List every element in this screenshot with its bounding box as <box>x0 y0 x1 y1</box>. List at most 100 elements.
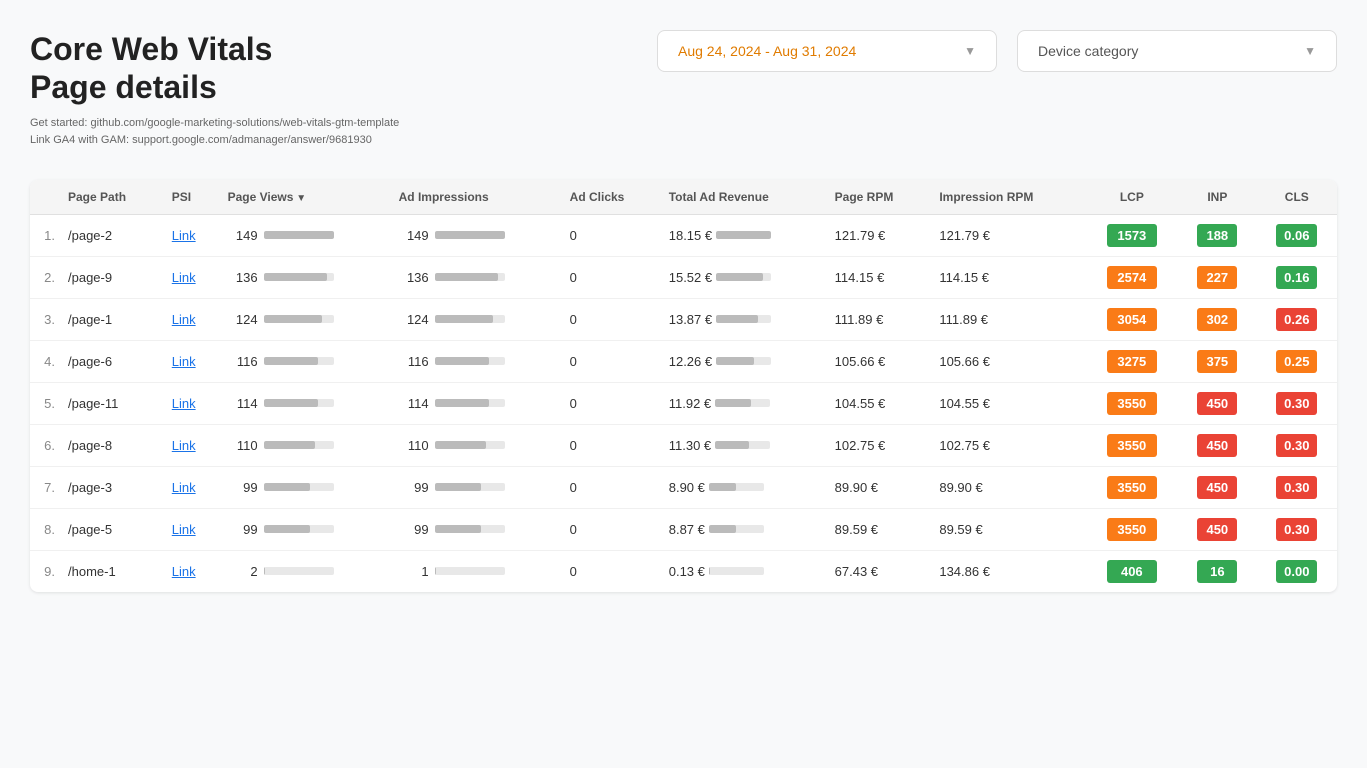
table-row: 4. /page-6 Link 116 116 0 12.26 € 105.66… <box>30 340 1337 382</box>
row-impression-rpm: 105.66 € <box>931 340 1085 382</box>
row-ad-clicks: 0 <box>562 382 661 424</box>
row-cls: 0.00 <box>1257 550 1337 592</box>
row-psi-link[interactable]: Link <box>164 382 220 424</box>
row-page-rpm: 121.79 € <box>827 214 932 256</box>
row-inp: 450 <box>1178 466 1256 508</box>
row-cls: 0.30 <box>1257 424 1337 466</box>
row-psi-link[interactable]: Link <box>164 508 220 550</box>
row-psi-link[interactable]: Link <box>164 298 220 340</box>
row-impression-rpm: 121.79 € <box>931 214 1085 256</box>
row-total-ad-revenue: 13.87 € <box>661 298 827 340</box>
row-ad-clicks: 0 <box>562 466 661 508</box>
row-cls: 0.16 <box>1257 256 1337 298</box>
table-row: 9. /home-1 Link 2 1 0 0.13 € 67.43 € 134… <box>30 550 1337 592</box>
data-table: Page Path PSI Page Views Ad Impressions … <box>30 180 1337 592</box>
row-number: 2. <box>30 256 60 298</box>
row-ad-clicks: 0 <box>562 298 661 340</box>
row-page-rpm: 114.15 € <box>827 256 932 298</box>
row-total-ad-revenue: 18.15 € <box>661 214 827 256</box>
row-page-views: 114 <box>220 382 391 424</box>
row-number: 7. <box>30 466 60 508</box>
table-row: 2. /page-9 Link 136 136 0 15.52 € 114.15… <box>30 256 1337 298</box>
row-page-views: 2 <box>220 550 391 592</box>
row-ad-clicks: 0 <box>562 550 661 592</box>
page-title: Core Web Vitals Page details <box>30 30 399 107</box>
date-filter-dropdown[interactable]: Aug 24, 2024 - Aug 31, 2024 ▼ <box>657 30 997 72</box>
col-header-cls: CLS <box>1257 180 1337 215</box>
row-number: 3. <box>30 298 60 340</box>
row-number: 8. <box>30 508 60 550</box>
page-header: Core Web Vitals Page details Get started… <box>30 30 1337 150</box>
col-header-page-rpm: Page RPM <box>827 180 932 215</box>
row-ad-clicks: 0 <box>562 424 661 466</box>
row-page-path: /page-6 <box>60 340 164 382</box>
row-impression-rpm: 111.89 € <box>931 298 1085 340</box>
row-ad-impressions: 116 <box>391 340 562 382</box>
table-row: 8. /page-5 Link 99 99 0 8.87 € 89.59 € 8… <box>30 508 1337 550</box>
row-ad-clicks: 0 <box>562 508 661 550</box>
device-filter-arrow: ▼ <box>1304 44 1316 58</box>
row-inp: 450 <box>1178 382 1256 424</box>
row-inp: 227 <box>1178 256 1256 298</box>
date-filter-arrow: ▼ <box>964 44 976 58</box>
row-page-views: 99 <box>220 508 391 550</box>
row-impression-rpm: 102.75 € <box>931 424 1085 466</box>
row-impression-rpm: 114.15 € <box>931 256 1085 298</box>
row-total-ad-revenue: 8.87 € <box>661 508 827 550</box>
row-ad-impressions: 136 <box>391 256 562 298</box>
row-total-ad-revenue: 12.26 € <box>661 340 827 382</box>
col-header-total-ad-revenue: Total Ad Revenue <box>661 180 827 215</box>
row-page-rpm: 105.66 € <box>827 340 932 382</box>
row-ad-impressions: 99 <box>391 466 562 508</box>
row-inp: 450 <box>1178 424 1256 466</box>
row-page-rpm: 89.59 € <box>827 508 932 550</box>
row-psi-link[interactable]: Link <box>164 424 220 466</box>
row-number: 9. <box>30 550 60 592</box>
row-psi-link[interactable]: Link <box>164 214 220 256</box>
row-ad-clicks: 0 <box>562 256 661 298</box>
row-cls: 0.30 <box>1257 508 1337 550</box>
row-page-rpm: 104.55 € <box>827 382 932 424</box>
row-ad-clicks: 0 <box>562 214 661 256</box>
row-page-views: 110 <box>220 424 391 466</box>
col-header-lcp: LCP <box>1086 180 1179 215</box>
device-filter-label: Device category <box>1038 43 1138 59</box>
row-ad-impressions: 110 <box>391 424 562 466</box>
row-lcp: 3550 <box>1086 424 1179 466</box>
row-lcp: 406 <box>1086 550 1179 592</box>
row-psi-link[interactable]: Link <box>164 340 220 382</box>
row-inp: 375 <box>1178 340 1256 382</box>
device-filter-dropdown[interactable]: Device category ▼ <box>1017 30 1337 72</box>
table-row: 3. /page-1 Link 124 124 0 13.87 € 111.89… <box>30 298 1337 340</box>
col-header-impression-rpm: Impression RPM <box>931 180 1085 215</box>
row-impression-rpm: 89.90 € <box>931 466 1085 508</box>
table-row: 5. /page-11 Link 114 114 0 11.92 € 104.5… <box>30 382 1337 424</box>
row-page-path: /home-1 <box>60 550 164 592</box>
col-header-page-views[interactable]: Page Views <box>220 180 391 215</box>
title-section: Core Web Vitals Page details Get started… <box>30 30 399 150</box>
row-impression-rpm: 104.55 € <box>931 382 1085 424</box>
row-inp: 16 <box>1178 550 1256 592</box>
row-page-path: /page-5 <box>60 508 164 550</box>
row-psi-link[interactable]: Link <box>164 466 220 508</box>
row-cls: 0.06 <box>1257 214 1337 256</box>
row-psi-link[interactable]: Link <box>164 550 220 592</box>
row-cls: 0.26 <box>1257 298 1337 340</box>
row-total-ad-revenue: 8.90 € <box>661 466 827 508</box>
row-psi-link[interactable]: Link <box>164 256 220 298</box>
row-page-path: /page-2 <box>60 214 164 256</box>
filters: Aug 24, 2024 - Aug 31, 2024 ▼ Device cat… <box>657 30 1337 72</box>
row-impression-rpm: 89.59 € <box>931 508 1085 550</box>
row-lcp: 1573 <box>1086 214 1179 256</box>
row-page-rpm: 111.89 € <box>827 298 932 340</box>
row-cls: 0.30 <box>1257 382 1337 424</box>
row-number: 5. <box>30 382 60 424</box>
row-number: 1. <box>30 214 60 256</box>
row-total-ad-revenue: 0.13 € <box>661 550 827 592</box>
row-page-rpm: 89.90 € <box>827 466 932 508</box>
row-ad-impressions: 124 <box>391 298 562 340</box>
row-cls: 0.30 <box>1257 466 1337 508</box>
table-row: 1. /page-2 Link 149 149 0 18.15 € 121.79… <box>30 214 1337 256</box>
subtitle: Get started: github.com/google-marketing… <box>30 115 399 150</box>
col-header-page-path: Page Path <box>60 180 164 215</box>
